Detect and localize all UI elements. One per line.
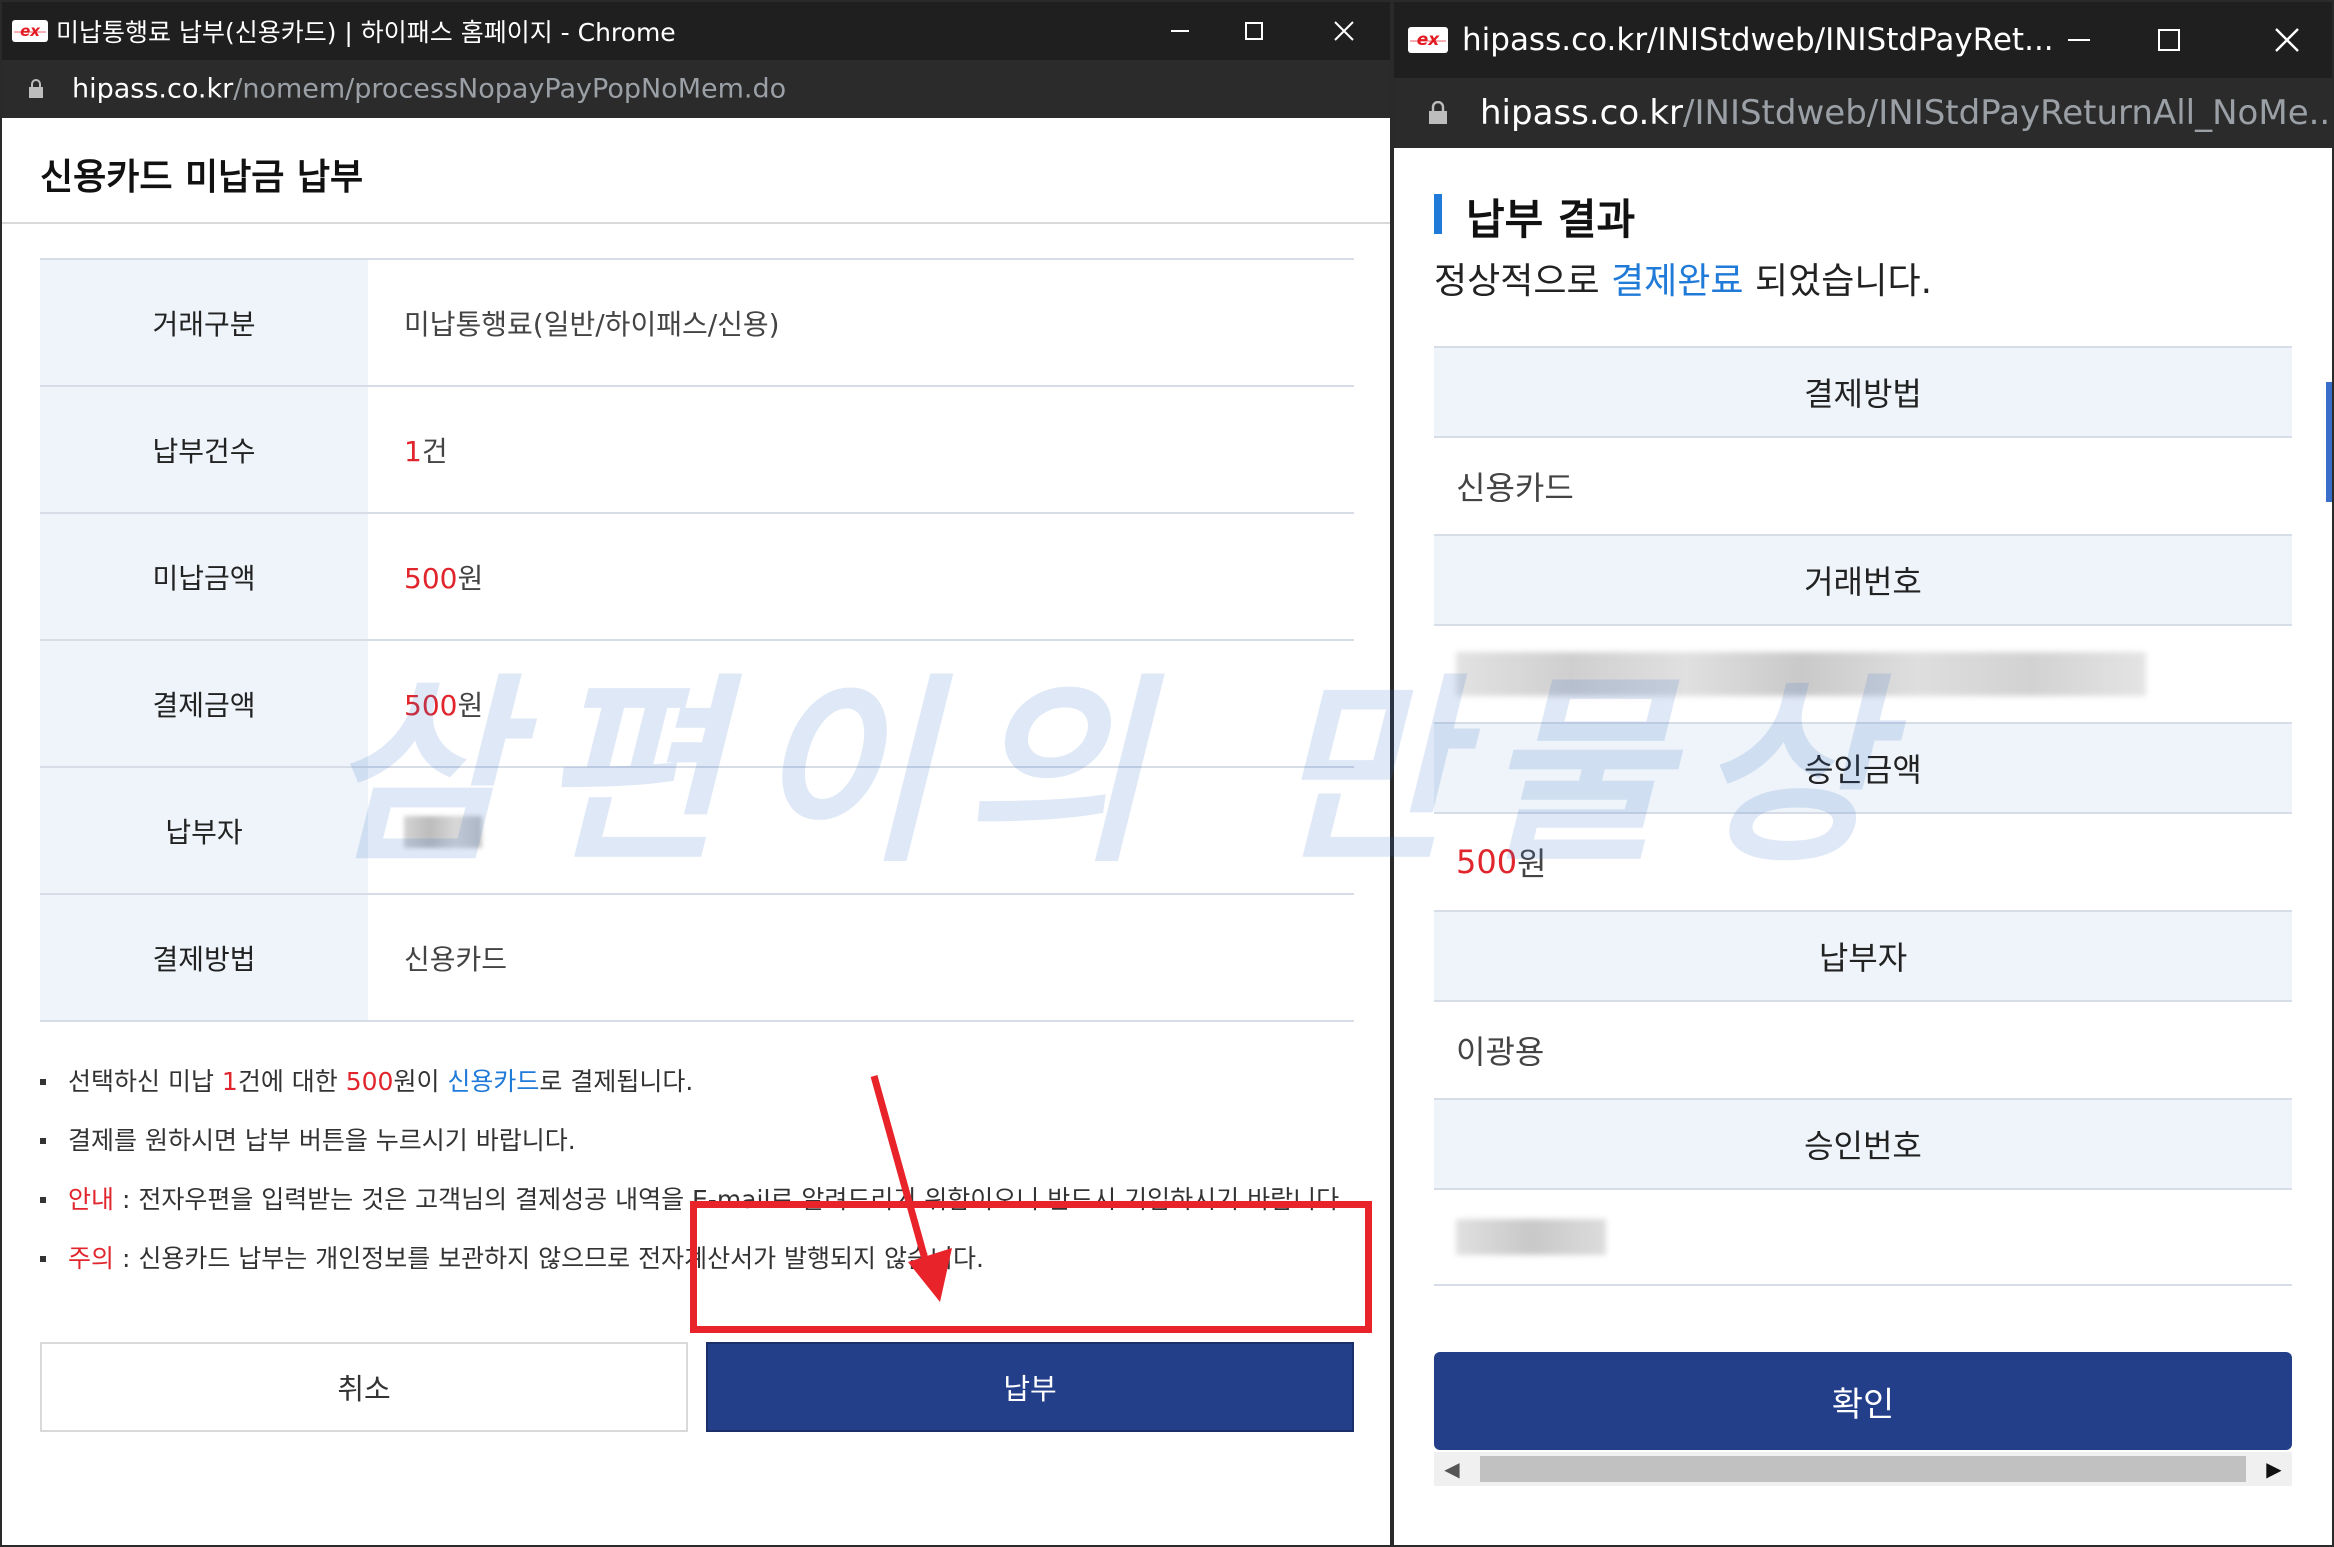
maximize-button[interactable]: [1224, 2, 1284, 60]
row-value: 미납통행료(일반/하이패스/신용): [404, 307, 780, 341]
cancel-button[interactable]: 취소: [40, 1342, 688, 1432]
scroll-left-icon[interactable]: ◀: [1434, 1452, 1470, 1486]
confirm-button[interactable]: 확인: [1434, 1352, 2292, 1450]
minimize-icon: [1171, 30, 1189, 32]
row-value: 500원: [404, 688, 484, 722]
pay-button[interactable]: 납부: [706, 1342, 1354, 1432]
url-text: hipass.co.kr/nomem/processNopayPayPopNoM…: [72, 73, 787, 105]
page-title: 신용카드 미납금 납부: [40, 157, 364, 198]
table-row: 납부자: [40, 767, 1354, 894]
table-row: 거래구분 미납통행료(일반/하이패스/신용): [40, 259, 1354, 386]
address-bar[interactable]: hipass.co.kr/INIStdweb/INIStdPayReturnAl…: [1394, 78, 2332, 148]
list-item: 선택하신 미납 1건에 대한 500원이 신용카드로 결제됩니다.: [40, 1052, 1347, 1111]
payment-result-window: ex hipass.co.kr/INIStdweb/INIStdPayRet..…: [1392, 0, 2334, 1547]
row-value: 1건: [404, 434, 448, 468]
maximize-button[interactable]: [2134, 2, 2204, 78]
field-label: 승인금액: [1434, 722, 2292, 814]
close-button[interactable]: [2252, 2, 2322, 78]
window-title: hipass.co.kr/INIStdweb/INIStdPayRet...: [1462, 22, 2054, 58]
maximize-icon: [1245, 22, 1263, 40]
ex-logo-icon: ex: [12, 20, 48, 42]
row-value: 신용카드: [404, 942, 508, 976]
scroll-right-icon[interactable]: ▶: [2256, 1452, 2292, 1486]
scrollbar-thumb[interactable]: [1480, 1456, 2246, 1482]
field-value: 500 원: [1456, 843, 1547, 883]
field-value: 이광용: [1456, 1033, 1545, 1071]
row-label: 납부자: [40, 767, 368, 894]
list-item: 결제를 원하시면 납부 버튼을 누르시기 바랍니다.: [40, 1111, 1347, 1170]
window-title: 미납통행료 납부(신용카드) | 하이패스 홈페이지 - Chrome: [56, 18, 676, 47]
payment-info-table: 거래구분 미납통행료(일반/하이패스/신용) 납부건수 1건 미납금액 500원…: [40, 258, 1354, 1022]
field-value: [1434, 1190, 2292, 1286]
page-content: 납부 결과 정상적으로 결제완료 되었습니다. 결제방법 신용카드 거래번호 승…: [1394, 148, 2332, 1545]
row-label: 납부건수: [40, 386, 368, 513]
blurred-payer-name: [404, 815, 482, 848]
field-label: 납부자: [1434, 910, 2292, 1002]
row-value: [368, 767, 1354, 894]
title-accent-bar: [1434, 194, 1442, 234]
field-label: 거래번호: [1434, 534, 2292, 626]
close-icon: [2275, 28, 2299, 52]
horizontal-scrollbar[interactable]: ◀ ▶: [1434, 1452, 2292, 1486]
list-item: 안내 : 전자우편을 입력받는 것은 고객님의 결제성공 내역을 E-mail로…: [40, 1170, 1347, 1229]
field-label: 결제방법: [1434, 346, 2292, 438]
row-label: 결제방법: [40, 894, 368, 1021]
close-button[interactable]: [1314, 2, 1374, 60]
divider: [2, 222, 1390, 224]
row-label: 미납금액: [40, 513, 368, 640]
address-bar[interactable]: hipass.co.kr/nomem/processNopayPayPopNoM…: [2, 60, 1390, 118]
row-label: 거래구분: [40, 259, 368, 386]
url-text: hipass.co.kr/INIStdweb/INIStdPayReturnAl…: [1480, 93, 2334, 133]
blurred-approval-number: [1456, 1219, 1606, 1255]
ex-logo-icon: ex: [1408, 27, 1448, 53]
table-row: 결제금액 500원: [40, 640, 1354, 767]
title-bar[interactable]: ex hipass.co.kr/INIStdweb/INIStdPayRet..…: [1394, 2, 2332, 78]
title-bar[interactable]: ex 미납통행료 납부(신용카드) | 하이패스 홈페이지 - Chrome: [2, 2, 1390, 60]
table-row: 결제방법 신용카드: [40, 894, 1354, 1021]
field-label: 승인번호: [1434, 1098, 2292, 1190]
close-icon: [1334, 21, 1354, 41]
blurred-transaction-number: [1456, 652, 2146, 696]
result-message: 정상적으로 결제완료 되었습니다.: [1434, 261, 1933, 302]
vertical-scrollbar[interactable]: [2326, 382, 2332, 502]
maximize-icon: [2158, 29, 2180, 51]
field-value: 신용카드: [1456, 469, 1574, 507]
payment-popup-window: ex 미납통행료 납부(신용카드) | 하이패스 홈페이지 - Chrome h…: [0, 0, 1392, 1547]
result-title: 납부 결과: [1466, 195, 1636, 244]
minimize-button[interactable]: [1150, 2, 1210, 60]
row-label: 결제금액: [40, 640, 368, 767]
lock-icon: [1429, 101, 1447, 124]
table-row: 납부건수 1건: [40, 386, 1354, 513]
list-item: 주의 : 신용카드 납부는 개인정보를 보관하지 않으므로 전자계산서가 발행되…: [40, 1229, 1347, 1288]
row-value: 500원: [404, 561, 484, 595]
page-content: 신용카드 미납금 납부 거래구분 미납통행료(일반/하이패스/신용) 납부건수 …: [2, 118, 1390, 1545]
table-row: 미납금액 500원: [40, 513, 1354, 640]
lock-icon: [29, 79, 43, 98]
minimize-icon: [2068, 39, 2090, 41]
result-details: 결제방법 신용카드 거래번호 승인금액 500 원 납부자 이광용 승인번호: [1434, 346, 2292, 1286]
notice-list: 선택하신 미납 1건에 대한 500원이 신용카드로 결제됩니다. 결제를 원하…: [40, 1052, 1347, 1288]
minimize-button[interactable]: [2044, 2, 2114, 78]
field-value: [1434, 626, 2292, 722]
